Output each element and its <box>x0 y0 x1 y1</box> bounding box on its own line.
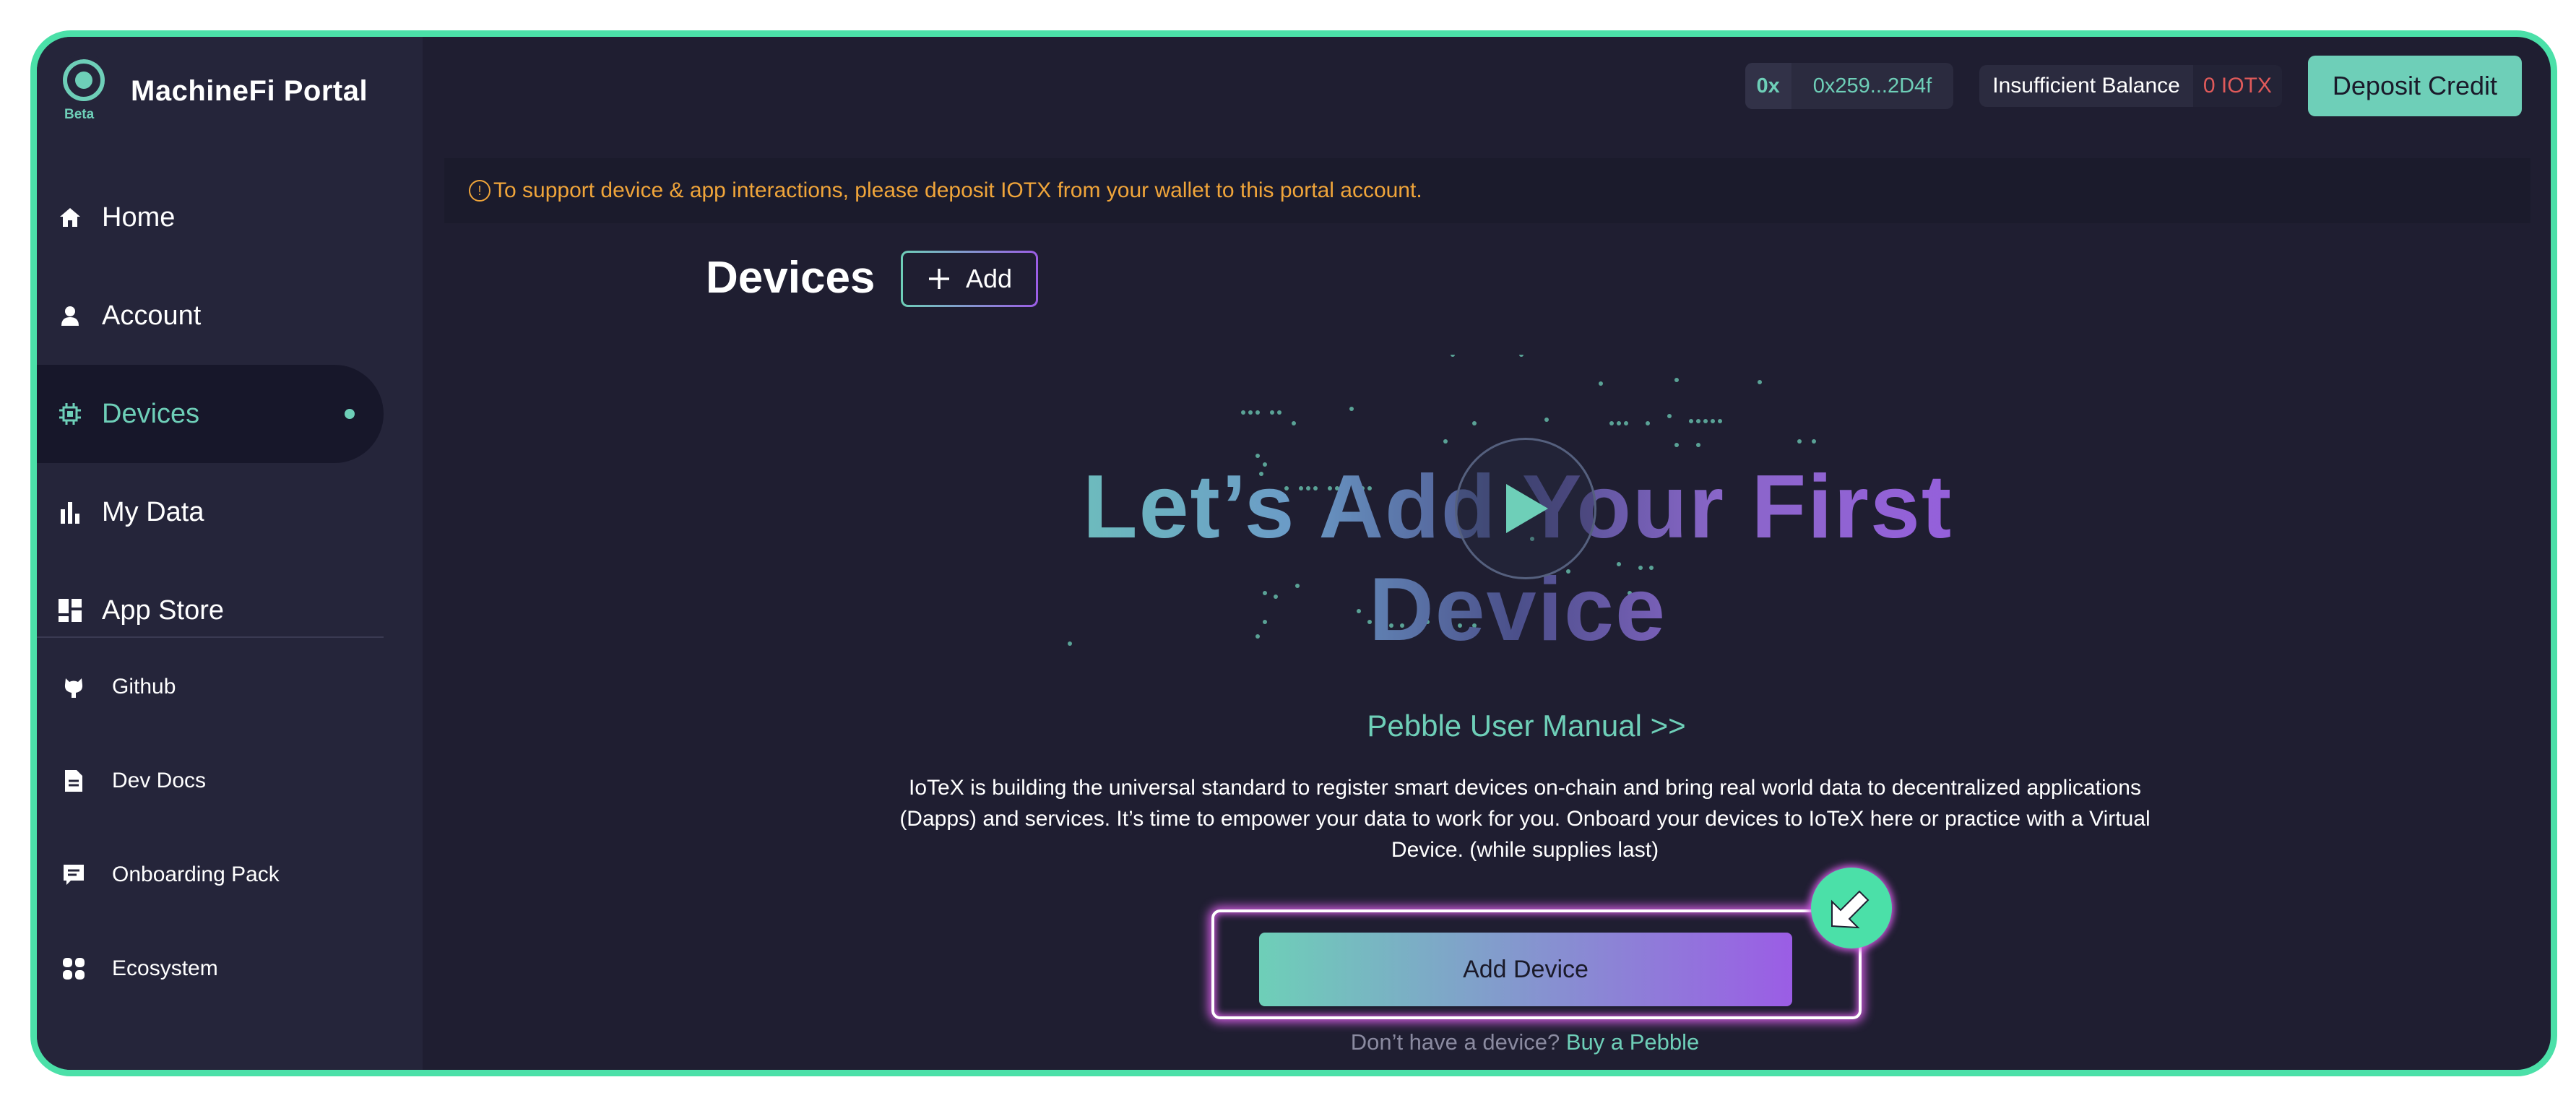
buy-pebble-link[interactable]: Buy a Pebble <box>1566 1029 1699 1055</box>
sidebar-item-label: Account <box>102 300 202 331</box>
sidebar-link-dev-docs[interactable]: Dev Docs <box>37 745 384 817</box>
sidebar-divider <box>37 636 384 638</box>
bar-chart-icon <box>57 499 83 525</box>
app-window: Beta MachineFi Portal Home Account Devic… <box>30 30 2557 1076</box>
play-video-button[interactable] <box>1455 438 1596 579</box>
sidebar-link-label: Onboarding Pack <box>112 863 280 886</box>
play-icon <box>1506 484 1548 533</box>
ecosystem-icon <box>61 956 86 981</box>
sidebar-link-label: Github <box>112 675 176 699</box>
sidebar-item-label: App Store <box>102 595 224 626</box>
topbar: 0x 0x259...2D4f Insufficient Balance 0 I… <box>1745 56 2522 116</box>
sidebar-link-onboarding-pack[interactable]: Onboarding Pack <box>37 839 384 911</box>
sidebar-item-account[interactable]: Account <box>37 267 384 365</box>
balance-label: Insufficient Balance <box>1992 74 2180 98</box>
deposit-credit-button[interactable]: Deposit Credit <box>2307 56 2522 116</box>
grid-icon <box>57 597 83 623</box>
sidebar-item-label: My Data <box>102 496 204 527</box>
address-value: 0x259...2D4f <box>1812 74 1932 98</box>
home-icon <box>57 204 83 230</box>
sidebar-item-label: Home <box>102 202 176 233</box>
balance-amount: 0 IOTX <box>2192 65 2282 107</box>
sidebar-link-label: Ecosystem <box>112 956 218 980</box>
sidebar-item-my-data[interactable]: My Data <box>37 463 384 561</box>
active-indicator <box>345 409 355 419</box>
hero: Let’s Add Your First Device <box>954 355 2081 660</box>
balance-indicator: Insufficient Balance 0 IOTX <box>1979 65 2282 107</box>
document-icon <box>61 769 86 793</box>
buy-device-prompt: Don’t have a device? Buy a Pebble <box>1120 1029 1929 1055</box>
add-button-label: Add <box>965 264 1013 293</box>
chip-icon <box>57 401 83 427</box>
message-icon <box>61 863 86 887</box>
brand-name: MachineFi Portal <box>131 74 368 107</box>
add-button[interactable]: Add <box>901 251 1038 307</box>
warning-banner: ! To support device & app interactions, … <box>444 158 2530 223</box>
add-device-button[interactable]: Add Device <box>1259 933 1792 1006</box>
info-icon: ! <box>469 180 490 202</box>
pointer-arrow-icon <box>1811 868 1892 948</box>
sidebar-item-label: Devices <box>102 398 200 429</box>
sidebar-item-devices[interactable]: Devices <box>37 365 384 463</box>
brand[interactable]: Beta MachineFi Portal <box>59 51 368 131</box>
beta-badge: Beta <box>64 107 95 122</box>
sidebar-item-home[interactable]: Home <box>37 168 384 267</box>
plus-icon <box>928 269 949 289</box>
logo-icon: Beta <box>59 55 109 127</box>
banner-text: To support device & app interactions, pl… <box>493 178 1422 202</box>
sidebar-item-app-store[interactable]: App Store <box>37 561 384 660</box>
user-icon <box>57 303 83 329</box>
description-text: IoTeX is building the universal standard… <box>899 776 2151 862</box>
wallet-address[interactable]: 0x 0x259...2D4f <box>1745 63 1954 109</box>
sidebar-link-ecosystem[interactable]: Ecosystem <box>37 933 384 1005</box>
github-icon <box>61 675 86 699</box>
sidebar: Beta MachineFi Portal Home Account Devic… <box>37 37 423 1070</box>
no-device-text: Don’t have a device? <box>1350 1029 1560 1055</box>
sidebar-link-label: Dev Docs <box>112 769 207 792</box>
page-title: Devices <box>706 253 876 303</box>
sidebar-link-github[interactable]: Github <box>37 651 384 723</box>
user-manual-link[interactable]: Pebble User Manual >> <box>1165 709 1888 743</box>
address-prefix: 0x <box>1745 63 1791 109</box>
